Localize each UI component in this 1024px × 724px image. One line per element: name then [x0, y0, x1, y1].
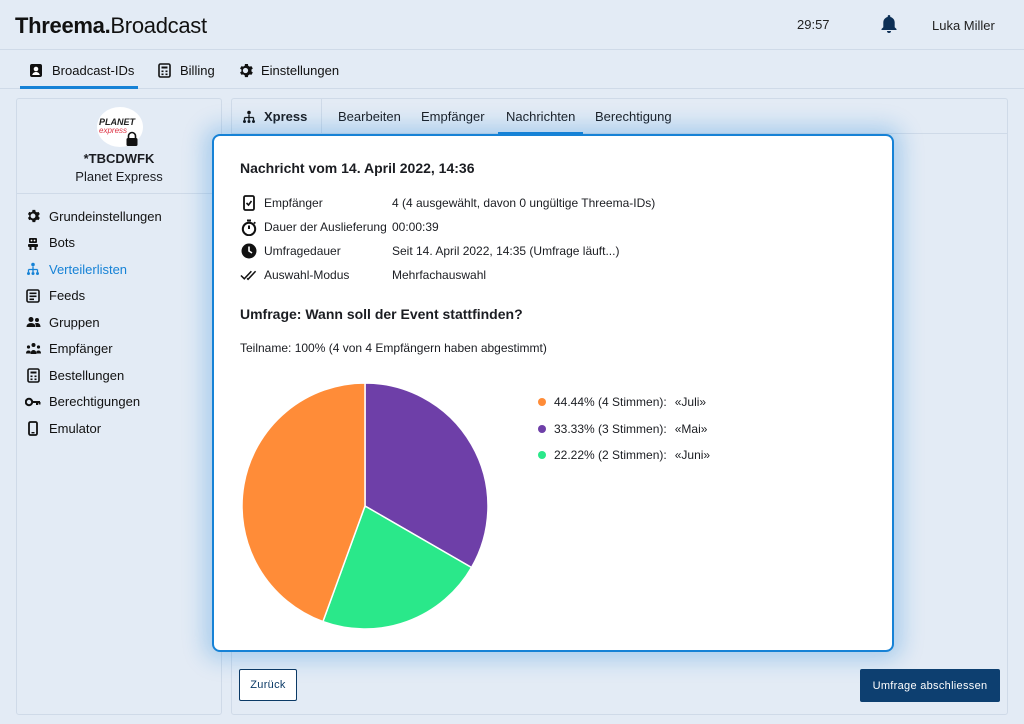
nav-einstellungen[interactable]: Einstellungen — [237, 51, 339, 89]
poll-pie-chart — [241, 382, 489, 630]
sidebar-item-grundeinstellungen[interactable]: Grundeinstellungen — [25, 203, 162, 230]
top-navigation: Broadcast-IDs Billing Einstellungen — [0, 51, 1024, 89]
message-detail-card: Nachricht vom 14. April 2022, 14:36 Empf… — [212, 134, 894, 652]
nav-billing-label: Billing — [180, 62, 215, 78]
sidebar-item-bestellungen[interactable]: Bestellungen — [25, 362, 162, 389]
sidebar-item-emulator[interactable]: Emulator — [25, 415, 162, 442]
id-card-icon — [28, 62, 44, 78]
legend-item-mai: 33.33% (3 Stimmen): «Mai» — [538, 416, 710, 443]
section-xpress: Xpress — [232, 99, 322, 134]
participation-text: Teilname: 100% (4 von 4 Empfängern haben… — [240, 341, 547, 355]
sidebar-item-gruppen[interactable]: Gruppen — [25, 309, 162, 336]
avatar: PLANET express — [97, 107, 143, 147]
sidebar-item-empfaenger[interactable]: Empfänger — [25, 336, 162, 363]
tab-nachrichten[interactable]: Nachrichten — [498, 99, 584, 135]
poll-title: Umfrage: Wann soll der Event stattfinden… — [240, 306, 523, 322]
info-row-umfragedauer: Umfragedauer Seit 14. April 2022, 14:35 … — [240, 241, 619, 261]
gear-icon — [237, 62, 253, 78]
sidebar-item-berechtigungen[interactable]: Berechtigungen — [25, 389, 162, 416]
legend-votes: 44.44% (4 Stimmen): — [554, 395, 667, 410]
close-poll-button[interactable]: Umfrage abschliessen — [860, 669, 1000, 702]
poll-legend: 44.44% (4 Stimmen): «Juli» 33.33% (3 Stimm… — [538, 389, 710, 469]
session-timer: 29:57 — [797, 17, 830, 32]
sidebar-item-bots[interactable]: Bots — [25, 230, 162, 257]
distribution-icon — [242, 110, 256, 124]
distribution-icon — [25, 261, 41, 277]
double-check-icon — [240, 266, 258, 284]
user-name[interactable]: Luka Miller — [932, 18, 995, 33]
gear-icon — [25, 208, 41, 224]
nav-einstellungen-label: Einstellungen — [261, 62, 340, 78]
legend-item-juli: 44.44% (4 Stimmen): «Juli» — [538, 389, 710, 416]
brand-logo: Threema.Broadcast — [15, 13, 207, 38]
tab-berechtigung[interactable]: Berechtigung — [587, 99, 680, 134]
profile-block: PLANET express *TBCDWFK Planet Express — [17, 99, 221, 194]
sidebar-menu: Grundeinstellungen Bots Verteilerlisten … — [25, 203, 162, 442]
back-button[interactable]: Zurück — [239, 669, 297, 701]
feed-icon — [25, 288, 41, 304]
nav-billing[interactable]: Billing — [156, 51, 215, 89]
phone-check-icon — [240, 194, 258, 212]
stopwatch-icon — [240, 218, 258, 236]
legend-label: «Mai» — [674, 421, 708, 436]
invoice-icon — [156, 62, 172, 78]
info-row-empfaenger: Empfänger 4 (4 ausgewählt, davon 0 ungül… — [240, 193, 655, 213]
recipients-icon — [25, 341, 41, 357]
nav-broadcast-ids[interactable]: Broadcast-IDs — [20, 51, 138, 89]
clock-icon — [240, 242, 258, 260]
info-row-auswahl-modus: Auswahl-Modus Mehrfachauswahl — [240, 265, 486, 285]
group-icon — [25, 314, 41, 330]
sidebar: PLANET express *TBCDWFK Planet Express G… — [16, 98, 222, 715]
tab-bearbeiten[interactable]: Bearbeiten — [330, 99, 409, 134]
profile-name: Planet Express — [75, 169, 163, 184]
phone-icon — [25, 420, 41, 436]
orders-icon — [25, 367, 41, 383]
robot-icon — [25, 235, 41, 251]
legend-label: «Juni» — [674, 448, 711, 463]
sidebar-item-feeds[interactable]: Feeds — [25, 283, 162, 310]
legend-votes: 22.22% (2 Stimmen): — [554, 448, 667, 463]
app-window: Threema.Broadcast 29:57 Luka Miller Broa… — [0, 0, 1024, 724]
lock-icon — [125, 131, 139, 152]
message-title: Nachricht vom 14. April 2022, 14:36 — [240, 160, 475, 176]
legend-swatch — [538, 398, 546, 407]
sidebar-item-verteilerlisten[interactable]: Verteilerlisten — [25, 256, 162, 283]
legend-label: «Juli» — [674, 395, 707, 410]
sub-tabs: Xpress Bearbeiten Empfänger Nachrichten … — [232, 99, 1007, 135]
key-icon — [25, 394, 41, 410]
legend-item-juni: 22.22% (2 Stimmen): «Juni» — [538, 442, 710, 469]
broadcast-id: *TBCDWFK — [83, 151, 155, 166]
nav-broadcast-ids-label: Broadcast-IDs — [52, 62, 135, 78]
bell-icon[interactable] — [880, 14, 900, 36]
header: Threema.Broadcast 29:57 Luka Miller — [0, 0, 1024, 50]
info-row-dauer: Dauer der Auslieferung 00:00:39 — [240, 217, 439, 237]
tab-empfaenger[interactable]: Empfänger — [413, 99, 493, 134]
legend-swatch — [538, 424, 546, 433]
legend-swatch — [538, 451, 546, 460]
legend-votes: 33.33% (3 Stimmen): — [554, 421, 667, 436]
